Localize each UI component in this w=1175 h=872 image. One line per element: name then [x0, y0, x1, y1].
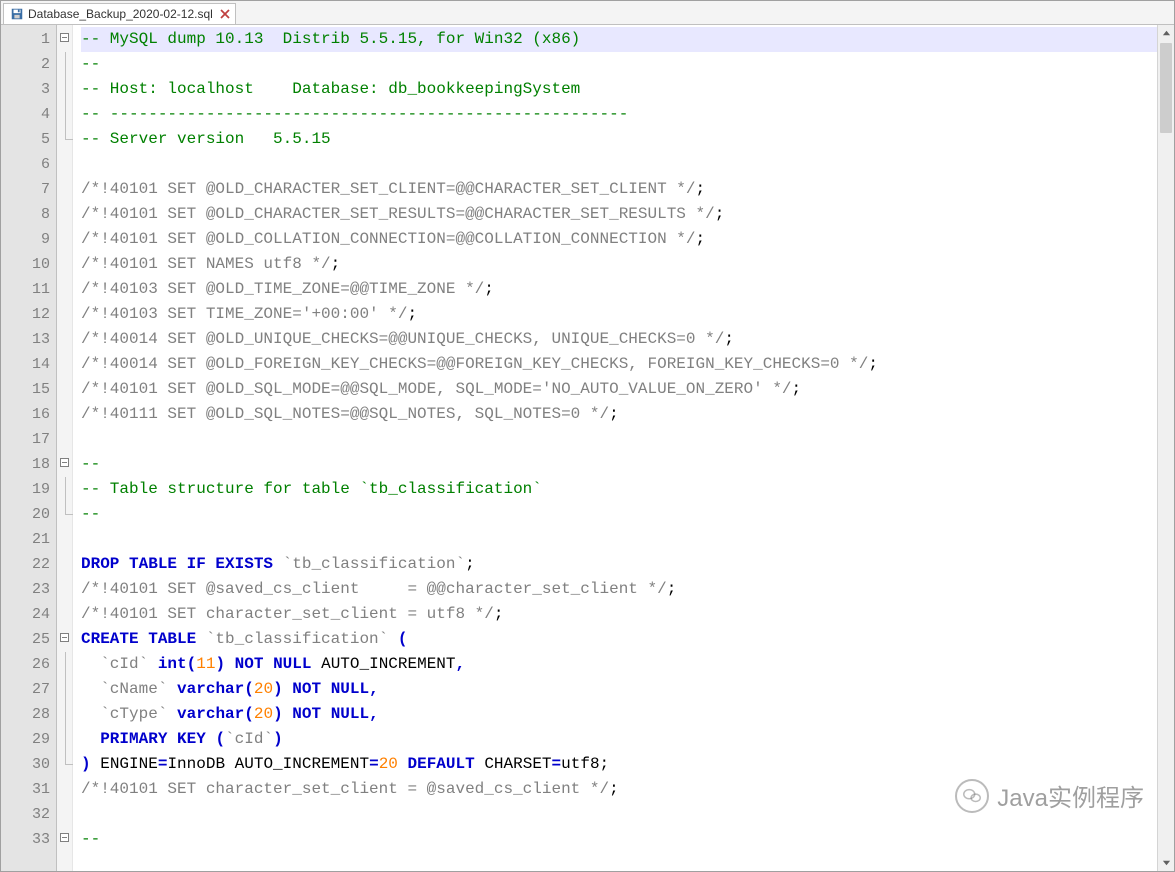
- line-number: 6: [1, 152, 50, 177]
- line-number: 13: [1, 327, 50, 352]
- code-line[interactable]: /*!40103 SET @OLD_TIME_ZONE=@@TIME_ZONE …: [81, 277, 1174, 302]
- line-number: 16: [1, 402, 50, 427]
- code-line[interactable]: -- -------------------------------------…: [81, 102, 1174, 127]
- line-number: 8: [1, 202, 50, 227]
- code-line[interactable]: -- Server version 5.5.15: [81, 127, 1174, 152]
- code-line[interactable]: -- Host: localhost Database: db_bookkeep…: [81, 77, 1174, 102]
- line-number: 21: [1, 527, 50, 552]
- fold-toggle[interactable]: [57, 452, 72, 477]
- code-line[interactable]: [81, 427, 1174, 452]
- code-line[interactable]: /*!40101 SET @OLD_CHARACTER_SET_RESULTS=…: [81, 202, 1174, 227]
- code-line[interactable]: [81, 152, 1174, 177]
- code-line[interactable]: ) ENGINE=InnoDB AUTO_INCREMENT=20 DEFAUL…: [81, 752, 1174, 777]
- scroll-down-button[interactable]: [1158, 854, 1174, 871]
- line-number: 14: [1, 352, 50, 377]
- fold-toggle[interactable]: [57, 827, 72, 852]
- code-line[interactable]: --: [81, 452, 1174, 477]
- code-line[interactable]: /*!40014 SET @OLD_UNIQUE_CHECKS=@@UNIQUE…: [81, 327, 1174, 352]
- code-line[interactable]: /*!40014 SET @OLD_FOREIGN_KEY_CHECKS=@@F…: [81, 352, 1174, 377]
- line-number: 27: [1, 677, 50, 702]
- vertical-scrollbar[interactable]: [1157, 25, 1174, 871]
- code-line[interactable]: --: [81, 502, 1174, 527]
- code-editor[interactable]: 1234567891011121314151617181920212223242…: [1, 25, 1174, 871]
- code-line[interactable]: CREATE TABLE `tb_classification` (: [81, 627, 1174, 652]
- line-number: 24: [1, 602, 50, 627]
- code-line[interactable]: /*!40101 SET NAMES utf8 */;: [81, 252, 1174, 277]
- line-number: 29: [1, 727, 50, 752]
- line-number: 4: [1, 102, 50, 127]
- line-number: 10: [1, 252, 50, 277]
- tab-bar: Database_Backup_2020-02-12.sql: [1, 1, 1174, 25]
- file-tab[interactable]: Database_Backup_2020-02-12.sql: [3, 3, 236, 24]
- line-number: 5: [1, 127, 50, 152]
- line-number: 32: [1, 802, 50, 827]
- line-number: 11: [1, 277, 50, 302]
- line-number: 25: [1, 627, 50, 652]
- line-number: 17: [1, 427, 50, 452]
- tab-close-button[interactable]: [219, 8, 231, 20]
- code-line[interactable]: /*!40101 SET @saved_cs_client = @@charac…: [81, 577, 1174, 602]
- code-area[interactable]: -- MySQL dump 10.13 Distrib 5.5.15, for …: [73, 25, 1174, 871]
- scroll-up-button[interactable]: [1158, 25, 1174, 42]
- code-line[interactable]: /*!40101 SET @OLD_CHARACTER_SET_CLIENT=@…: [81, 177, 1174, 202]
- code-line[interactable]: `cId` int(11) NOT NULL AUTO_INCREMENT,: [81, 652, 1174, 677]
- code-line[interactable]: [81, 802, 1174, 827]
- code-line[interactable]: /*!40101 SET @OLD_SQL_MODE=@@SQL_MODE, S…: [81, 377, 1174, 402]
- line-number: 15: [1, 377, 50, 402]
- fold-toggle[interactable]: [57, 627, 72, 652]
- code-line[interactable]: /*!40103 SET TIME_ZONE='+00:00' */;: [81, 302, 1174, 327]
- code-line[interactable]: -- Table structure for table `tb_classif…: [81, 477, 1174, 502]
- code-line[interactable]: --: [81, 827, 1174, 852]
- line-number-gutter: 1234567891011121314151617181920212223242…: [1, 25, 57, 871]
- code-line[interactable]: `cName` varchar(20) NOT NULL,: [81, 677, 1174, 702]
- line-number: 12: [1, 302, 50, 327]
- code-line[interactable]: /*!40101 SET character_set_client = utf8…: [81, 602, 1174, 627]
- code-line[interactable]: /*!40101 SET @OLD_COLLATION_CONNECTION=@…: [81, 227, 1174, 252]
- line-number: 33: [1, 827, 50, 852]
- code-line[interactable]: DROP TABLE IF EXISTS `tb_classification`…: [81, 552, 1174, 577]
- code-line[interactable]: /*!40101 SET character_set_client = @sav…: [81, 777, 1174, 802]
- tab-filename: Database_Backup_2020-02-12.sql: [28, 7, 213, 21]
- line-number: 19: [1, 477, 50, 502]
- code-line[interactable]: -- MySQL dump 10.13 Distrib 5.5.15, for …: [81, 27, 1174, 52]
- line-number: 18: [1, 452, 50, 477]
- line-number: 20: [1, 502, 50, 527]
- line-number: 23: [1, 577, 50, 602]
- line-number: 26: [1, 652, 50, 677]
- line-number: 22: [1, 552, 50, 577]
- code-line[interactable]: PRIMARY KEY (`cId`): [81, 727, 1174, 752]
- code-line[interactable]: `cType` varchar(20) NOT NULL,: [81, 702, 1174, 727]
- line-number: 2: [1, 52, 50, 77]
- editor-window: Database_Backup_2020-02-12.sql 123456789…: [0, 0, 1175, 872]
- line-number: 3: [1, 77, 50, 102]
- fold-toggle[interactable]: [57, 27, 72, 52]
- scroll-thumb[interactable]: [1160, 43, 1172, 133]
- line-number: 7: [1, 177, 50, 202]
- line-number: 30: [1, 752, 50, 777]
- fold-column[interactable]: [57, 25, 73, 871]
- code-line[interactable]: --: [81, 52, 1174, 77]
- line-number: 28: [1, 702, 50, 727]
- line-number: 31: [1, 777, 50, 802]
- code-line[interactable]: /*!40111 SET @OLD_SQL_NOTES=@@SQL_NOTES,…: [81, 402, 1174, 427]
- line-number: 1: [1, 27, 50, 52]
- code-line[interactable]: [81, 527, 1174, 552]
- line-number: 9: [1, 227, 50, 252]
- save-icon: [10, 7, 24, 21]
